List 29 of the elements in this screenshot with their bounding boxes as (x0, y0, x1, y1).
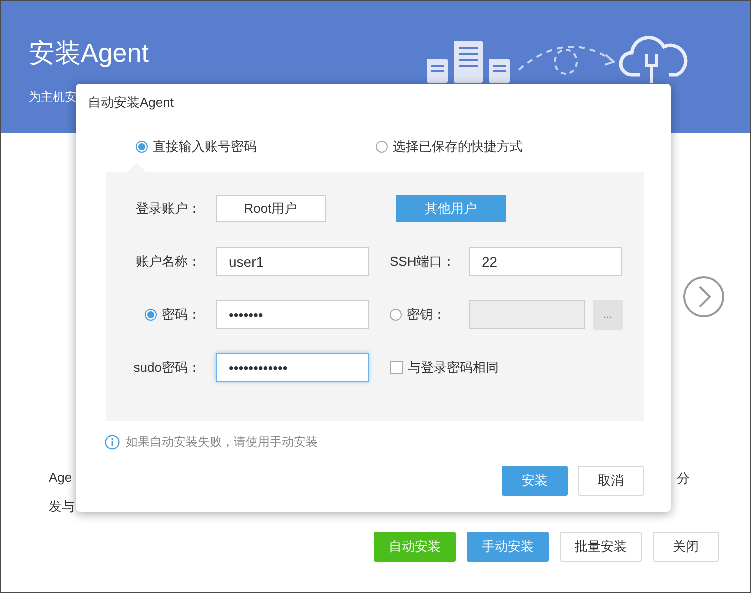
input-field[interactable]: user1 (216, 247, 369, 276)
chevron-right-icon[interactable] (683, 276, 725, 318)
page-subtitle: 为主机安 (29, 89, 77, 106)
account-type-button[interactable]: Root用户 (216, 195, 326, 222)
field-label: SSH端口： (390, 252, 457, 270)
checkbox[interactable] (390, 361, 403, 374)
input-field[interactable]: 22 (469, 247, 622, 276)
checkbox-label[interactable]: 与登录密码相同 (408, 358, 499, 376)
field-label: sudo密码： (132, 358, 202, 376)
input-field[interactable]: •••••••••••• (216, 353, 369, 382)
page-title: 安装Agent (29, 37, 150, 69)
description-text: 分 (677, 470, 690, 488)
radio-button[interactable] (376, 141, 388, 153)
input-field[interactable]: ••••••• (216, 300, 369, 329)
action-button[interactable]: 关闭 (653, 532, 719, 562)
description-text: 发与 (49, 499, 75, 514)
hint-text: 如果自动安装失败，请使用手动安装 (126, 434, 318, 451)
action-button[interactable]: 批量安装 (560, 532, 642, 562)
field-label: 登录账户： (135, 200, 202, 218)
radio-label[interactable]: 密码： (162, 306, 201, 324)
field-label: 账户名称： (135, 252, 202, 270)
radio-label[interactable]: 选择已保存的快捷方式 (393, 138, 523, 156)
description-text: Age (49, 470, 72, 487)
dialog-title: 自动安装Agent (87, 94, 175, 112)
info-icon (105, 435, 120, 450)
radio-button[interactable] (136, 141, 148, 153)
dialog-button[interactable]: 取消 (578, 466, 644, 496)
radio-label[interactable]: 直接输入账号密码 (153, 138, 257, 156)
radio-button[interactable] (145, 308, 157, 320)
